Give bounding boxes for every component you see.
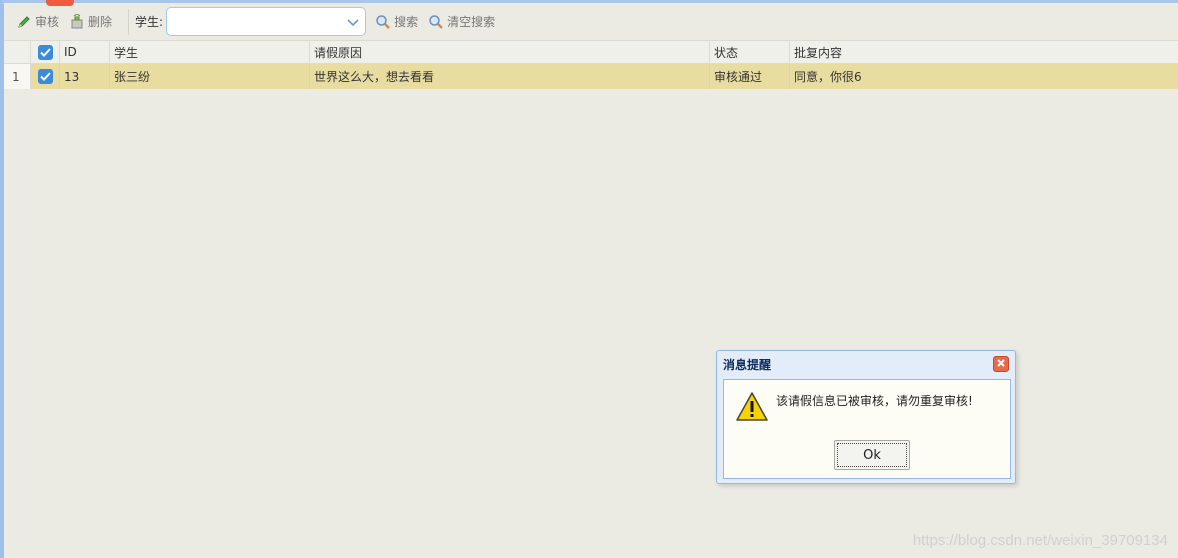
search-icon (428, 14, 444, 30)
cell-id: 13 (64, 69, 80, 84)
grid-divider (30, 41, 31, 63)
search-button[interactable]: 搜索 (375, 13, 418, 30)
dialog-body: 该请假信息已被审核，请勿重复审核! Ok (723, 379, 1011, 479)
search-button-label: 搜索 (394, 15, 419, 29)
cell-reason: 世界这么大，想去看看 (314, 70, 435, 84)
column-header-status[interactable]: 状态 (710, 41, 789, 63)
dialog-title: 消息提醒 (723, 358, 772, 372)
check-icon (38, 69, 53, 84)
toolbar-separator (128, 8, 130, 35)
close-button[interactable] (993, 356, 1009, 372)
dialog-message: 该请假信息已被审核，请勿重复审核! (776, 394, 973, 408)
message-dialog: 消息提醒 该请假信息已被审核，请勿重复审核! Ok (716, 350, 1016, 484)
toolbar: 审核 删除 学生: 搜索 清空搜索 (4, 3, 1178, 40)
search-icon (375, 14, 391, 30)
clear-search-button[interactable]: 清空搜索 (428, 13, 495, 30)
cell-student: 张三纷 (114, 70, 151, 84)
audit-button-label: 审核 (35, 15, 60, 29)
clear-search-button-label: 清空搜索 (447, 15, 496, 29)
row-number: 1 (12, 69, 20, 84)
student-label: 学生: (135, 15, 164, 29)
table-row[interactable]: 1 13 张三纷 世界这么大，想去看看 审核通过 同意，你很6 (4, 64, 1178, 89)
cell-reply: 同意，你很6 (794, 70, 862, 84)
warning-icon (736, 392, 768, 425)
watermark: https://blog.csdn.net/weixin_39709134 (912, 532, 1168, 549)
close-icon (996, 357, 1006, 371)
audit-button[interactable]: 审核 (16, 13, 59, 30)
column-header-id[interactable]: ID (60, 41, 109, 63)
cell-status: 审核通过 (714, 70, 763, 84)
column-header-reason[interactable]: 请假原因 (310, 41, 709, 63)
column-header-student[interactable]: 学生 (110, 41, 309, 63)
student-combobox[interactable] (166, 7, 367, 36)
column-header-reply[interactable]: 批复内容 (790, 41, 1170, 63)
delete-icon (69, 13, 85, 30)
pencil-icon (16, 14, 32, 30)
delete-button-label: 删除 (88, 15, 113, 29)
chevron-down-icon[interactable] (347, 17, 359, 31)
ok-button[interactable]: Ok (834, 440, 910, 470)
grid-header: ID 学生 请假原因 状态 批复内容 (4, 40, 1178, 64)
check-icon (38, 44, 53, 60)
delete-button[interactable]: 删除 (69, 13, 112, 30)
grid-divider (30, 64, 31, 89)
select-all-checkbox[interactable] (34, 41, 60, 63)
row-checkbox[interactable] (34, 64, 60, 89)
